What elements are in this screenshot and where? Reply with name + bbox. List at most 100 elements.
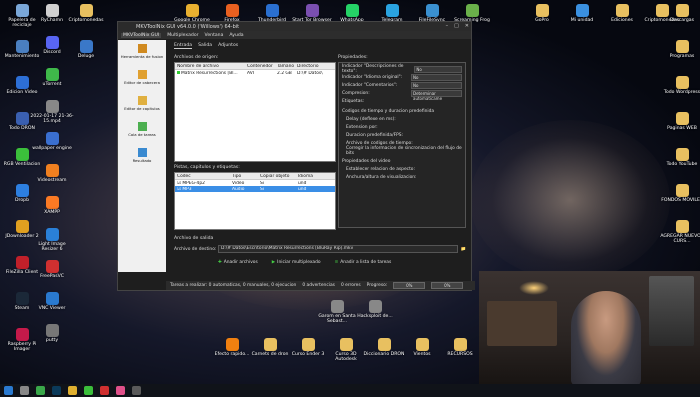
- desktop-icon-right[interactable]: Ediciones: [600, 4, 644, 23]
- queue-icon: ≡: [334, 260, 339, 265]
- desktop-icon-right-col[interactable]: AGREGAR NUEVOS CURS...: [660, 220, 700, 244]
- checkbox-icon[interactable]: ☑: [177, 181, 181, 186]
- sync-icon: [425, 4, 439, 17]
- pink-app-icon[interactable]: [116, 386, 125, 395]
- explorer-icon[interactable]: [68, 386, 77, 395]
- menu-multiplexador[interactable]: Multiplexador: [167, 33, 198, 38]
- desktop-icon-bottom[interactable]: RECURSOS: [438, 338, 482, 357]
- desktop-icon-right-col[interactable]: Todo Wordpress: [660, 76, 700, 95]
- desktop-icon-label: XAMPP: [44, 210, 60, 215]
- desktop-icon-right-col[interactable]: FONDOS MOVILES: [660, 184, 700, 203]
- source-files-list[interactable]: Nombre de archivo Contenedor Tamano Dire…: [174, 62, 336, 162]
- search-icon[interactable]: [20, 386, 29, 395]
- desktop-icon-label: Hacksploit de...: [357, 314, 393, 319]
- drive-icon: [575, 4, 589, 17]
- warnings-status[interactable]: 0 advertencias: [302, 283, 335, 288]
- output-path-input[interactable]: D:\# Datos\Escritorio\Matrix Resurrectio…: [218, 245, 458, 253]
- start-mux-button[interactable]: ▶ Iniciar multiplexado: [272, 260, 321, 265]
- desktop-icon-label: wallpaper engine: [32, 146, 72, 151]
- red-app-icon[interactable]: [100, 386, 109, 395]
- checkbox-icon[interactable]: ☑: [177, 187, 181, 192]
- desktop-icon-col2[interactable]: putty: [30, 324, 74, 343]
- green-app-icon[interactable]: [84, 386, 93, 395]
- desktop-icon-label: uTorrent: [42, 82, 62, 87]
- property-select[interactable]: No: [411, 81, 462, 89]
- desktop-icon-col2[interactable]: Light Image Resizer 6: [30, 228, 74, 252]
- folder-icon: [675, 148, 689, 161]
- tracks-label: Pistas, capitulos y etiquetas:: [174, 165, 240, 170]
- track-row-selected[interactable]: ☑ MP3 Audio Si und: [175, 186, 335, 192]
- maximize-icon[interactable]: □: [454, 23, 459, 29]
- photoshop-icon[interactable]: [52, 386, 61, 395]
- desktop-icon-col2[interactable]: wallpaper engine: [30, 132, 74, 151]
- desktop-icon-right-col[interactable]: Paginas WEB: [660, 112, 700, 131]
- desktop-icon-right-col[interactable]: Todo YouTube: [660, 148, 700, 167]
- add-files-button[interactable]: ✚ Anadir archivos: [218, 260, 258, 265]
- close-icon[interactable]: ✕: [465, 23, 469, 29]
- mkvtoolnix-window: MKVToolNix GUI v64.0.0 ('Willows') 64-bi…: [117, 21, 475, 291]
- browse-folder-icon[interactable]: 📁: [461, 247, 466, 252]
- folder-icon: [535, 4, 549, 17]
- timing-option[interactable]: Delay (deflexe en ms):: [342, 115, 462, 123]
- property-label: Indicador "Comentarios":: [342, 82, 398, 88]
- property-select[interactable]: No: [411, 73, 462, 81]
- desktop-icon-right-col[interactable]: Descargas: [660, 4, 700, 23]
- property-select[interactable]: Determinar automaticame: [411, 89, 462, 101]
- file-icon: [177, 70, 180, 74]
- table-row[interactable]: Matrix Resurrections [Bl... AVI 2.2 GB D…: [175, 70, 335, 76]
- sidebar-item-fusion[interactable]: Herramienta de fusion: [118, 44, 166, 66]
- sidebar-item-header-editor[interactable]: Editor de cabecera: [118, 70, 166, 92]
- desktop-icon-col3[interactable]: Criptomonedas: [64, 4, 108, 23]
- desktop-icon-col2[interactable]: 2022-01-17 21-36-15.mp4: [30, 100, 74, 124]
- desktop-icon-label: Mi unidad: [570, 18, 594, 23]
- sidebar-item-job-queue[interactable]: Cola de tareas: [118, 122, 166, 144]
- desktop-icon-label: Diccionario DRON: [363, 352, 405, 357]
- recorder-icon[interactable]: [132, 386, 141, 395]
- webcam-poster: [649, 276, 694, 346]
- timing-option[interactable]: Corregir la informacion de sincronizacio…: [342, 146, 462, 156]
- track-row[interactable]: ☑ MPEG-4p2 Video Si und: [175, 180, 335, 186]
- property-select[interactable]: No: [414, 65, 462, 73]
- desktop-icon-label: Edicion Video: [6, 90, 38, 95]
- minimize-icon[interactable]: –: [446, 23, 449, 29]
- desktop-icon-right[interactable]: GoPro: [520, 4, 564, 23]
- source-files-label: Archivos de origen:: [174, 55, 219, 60]
- sidebar-item-chapter-editor[interactable]: Editor de capitulos: [118, 96, 166, 118]
- timing-option[interactable]: Extension por:: [342, 123, 462, 131]
- sidebar-item-result[interactable]: Resultado: [118, 148, 166, 170]
- desktop-icon-right[interactable]: Mi unidad: [560, 4, 604, 23]
- timing-option[interactable]: Duracion predefinida/FPS:: [342, 131, 462, 139]
- folder-icon: [675, 184, 689, 197]
- desktop-icon-col2[interactable]: XAMPP: [30, 196, 74, 215]
- menu-ventana[interactable]: Ventana: [205, 33, 224, 38]
- video-option[interactable]: Establecer relacion de aspecto:: [342, 165, 462, 173]
- menu-ayuda[interactable]: Ayuda: [229, 33, 243, 38]
- add-to-queue-button[interactable]: ≡ Anadir a lista de tareas: [335, 260, 392, 265]
- desktop-icon-col3[interactable]: Deluge: [64, 40, 108, 59]
- tracks-list[interactable]: Codec Tipo Copiar objeto Idioma ☑ MPEG-4…: [174, 172, 336, 230]
- desktop-icon-col2[interactable]: uTorrent: [30, 68, 74, 87]
- tab-salida[interactable]: Salida: [198, 43, 212, 49]
- desktop-icon-mid[interactable]: Hacksploit de...: [353, 300, 397, 319]
- start-icon[interactable]: [4, 386, 13, 395]
- tab-adjuntos[interactable]: Adjuntos: [218, 43, 238, 49]
- webcam-shelf: [487, 301, 557, 346]
- errors-status[interactable]: 0 errores: [341, 283, 361, 288]
- desktop-icon-col2[interactable]: FreePasVC: [30, 260, 74, 279]
- main-content: Entrada Salida Adjuntos Archivos de orig…: [168, 40, 470, 272]
- desktop-icon-col2[interactable]: VNC Viewer: [30, 292, 74, 311]
- video-option[interactable]: Anchura/altura de visualizacion:: [342, 173, 462, 181]
- desktop-icon-label: Discord: [43, 50, 61, 55]
- tool-sidebar: Herramienta de fusion Editor de cabecera…: [118, 40, 166, 272]
- desktop-icon-col2[interactable]: Videostream: [30, 164, 74, 183]
- play-icon: [45, 164, 59, 177]
- desktop-icon-label: Todo Wordpress: [663, 90, 700, 95]
- property-label: Indicador "Descripciones de texto":: [342, 64, 404, 74]
- jobs-status: Tareas a realizar: 0 automaticas, 0 manu…: [170, 283, 297, 288]
- desktop-icon-right-col[interactable]: Programas: [660, 40, 700, 59]
- tab-entrada[interactable]: Entrada: [174, 43, 193, 49]
- chrome-icon[interactable]: [36, 386, 45, 395]
- menu-mkvtoolnix[interactable]: MKVToolNix GUI: [121, 32, 162, 38]
- window-titlebar[interactable]: MKVToolNix GUI v64.0.0 ('Willows') 64-bi…: [118, 22, 471, 31]
- desktop-icon-label: Curso Ender 3: [291, 352, 325, 357]
